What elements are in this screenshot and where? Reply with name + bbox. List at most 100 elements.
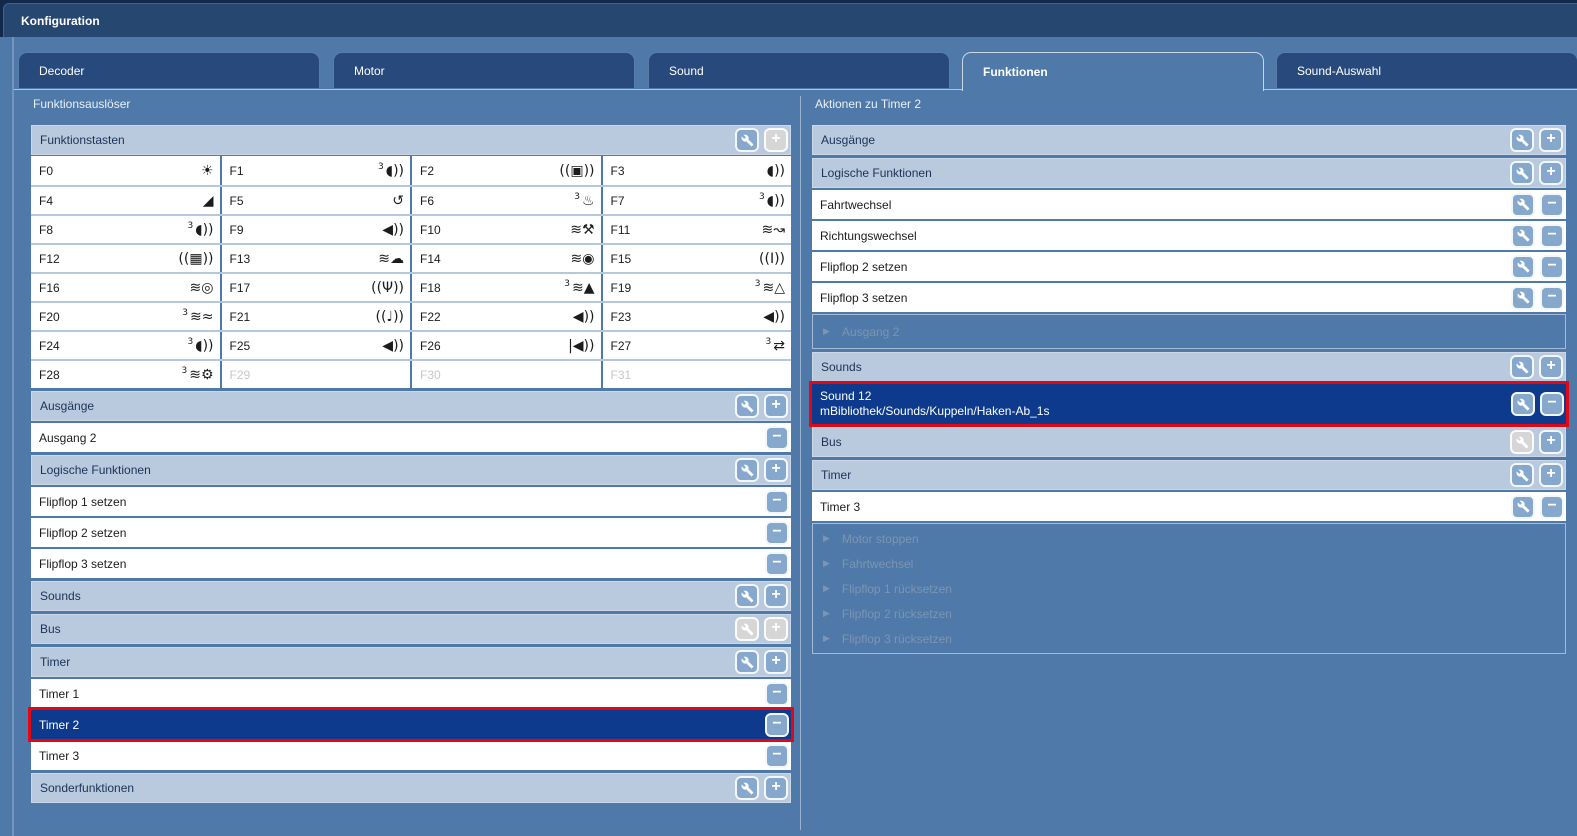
tab-decoder[interactable]: Decoder (18, 52, 320, 88)
sub-item-flipflop-1-ruecksetzen[interactable]: ▶Flipflop 1 rücksetzen (813, 576, 1565, 601)
remove-button[interactable]: − (1540, 286, 1564, 310)
remove-button[interactable]: − (1540, 392, 1564, 416)
wrench-button[interactable] (735, 584, 759, 608)
function-key-f10[interactable]: F10≋⚒ (412, 216, 603, 243)
function-key-f5[interactable]: F5↺ (222, 187, 413, 214)
function-key-f8[interactable]: F83◖)) (31, 216, 222, 243)
tab-funktionen[interactable]: Funktionen (962, 52, 1264, 91)
sub-item-flipflop-2-ruecksetzen[interactable]: ▶Flipflop 2 rücksetzen (813, 601, 1565, 626)
function-key-f26[interactable]: F26|◀)) (412, 332, 603, 359)
tab-motor[interactable]: Motor (333, 52, 635, 88)
add-button[interactable]: + (764, 584, 788, 608)
wrench-button[interactable] (735, 128, 759, 152)
function-key-f0[interactable]: F0☀ (31, 156, 222, 185)
list-item-timer-1[interactable]: Timer 1− (31, 679, 791, 708)
function-key-f25[interactable]: F25◀)) (222, 332, 413, 359)
function-key-f14[interactable]: F14≋◉ (412, 245, 603, 272)
tab-sound[interactable]: Sound (648, 52, 950, 88)
function-key-f24[interactable]: F243◖)) (31, 332, 222, 359)
function-key-f27[interactable]: F273⇄ (603, 332, 792, 359)
wrench-button[interactable] (1511, 224, 1535, 248)
list-item-flipflop-2-setzen[interactable]: Flipflop 2 setzen− (812, 252, 1566, 281)
add-button[interactable]: + (1539, 355, 1563, 379)
remove-button[interactable]: − (1540, 495, 1564, 519)
wrench-button[interactable] (1510, 161, 1534, 185)
list-item-flipflop-1-setzen[interactable]: Flipflop 1 setzen− (31, 487, 791, 516)
sub-item-label: Flipflop 3 rücksetzen (842, 632, 952, 646)
remove-button[interactable]: − (1540, 193, 1564, 217)
function-key-f11[interactable]: F11≋↝ (603, 216, 792, 243)
function-key-f9[interactable]: F9◀)) (222, 216, 413, 243)
list-item-flipflop-2-setzen[interactable]: Flipflop 2 setzen− (31, 518, 791, 547)
function-key-f2[interactable]: F2((▣)) (412, 156, 603, 185)
wrench-button[interactable] (735, 776, 759, 800)
remove-button[interactable]: − (1540, 224, 1564, 248)
add-button[interactable]: + (764, 458, 788, 482)
wrench-button[interactable] (1510, 355, 1534, 379)
function-key-f22[interactable]: F22◀)) (412, 303, 603, 330)
remove-button[interactable]: − (765, 426, 789, 450)
wrench-button[interactable] (1510, 128, 1534, 152)
section-title: Timer (813, 468, 851, 482)
add-button[interactable]: + (1539, 161, 1563, 185)
function-key-f3[interactable]: F3◖)) (603, 156, 792, 185)
function-key-f4[interactable]: F4◢ (31, 187, 222, 214)
sub-item-ausgang-2[interactable]: ▶Ausgang 2 (813, 317, 1565, 346)
wrench-button[interactable] (1511, 193, 1535, 217)
function-key-f13[interactable]: F13≋☁ (222, 245, 413, 272)
function-key-f16[interactable]: F16≋◎ (31, 274, 222, 301)
water-icon: ≋≈ (190, 310, 213, 324)
wrench-button[interactable] (1511, 392, 1535, 416)
sub-item-fahrtwechsel[interactable]: ▶Fahrtwechsel (813, 551, 1565, 576)
add-button[interactable]: + (764, 650, 788, 674)
function-key-label: F27 (603, 339, 632, 353)
add-button[interactable]: + (1539, 430, 1563, 454)
list-item-flipflop-3-setzen[interactable]: Flipflop 3 setzen− (31, 549, 791, 578)
collapsed-sub-actions: ▶Motor stoppen▶Fahrtwechsel▶Flipflop 1 r… (812, 523, 1566, 654)
function-key-f7[interactable]: F73◖)) (603, 187, 792, 214)
wrench-button[interactable] (735, 650, 759, 674)
add-button[interactable]: + (764, 776, 788, 800)
wrench-button[interactable] (1510, 463, 1534, 487)
tab-sound-auswahl[interactable]: Sound-Auswahl (1276, 52, 1577, 88)
plus-icon: + (1546, 466, 1555, 482)
list-item-fahrtwechsel[interactable]: Fahrtwechsel− (812, 190, 1566, 219)
add-button[interactable]: + (1539, 128, 1563, 152)
remove-button[interactable]: − (765, 744, 789, 768)
function-key-label: F5 (222, 194, 244, 208)
add-button[interactable]: + (1539, 463, 1563, 487)
sub-item-flipflop-3-ruecksetzen[interactable]: ▶Flipflop 3 rücksetzen (813, 626, 1565, 651)
remove-button[interactable]: − (1540, 255, 1564, 279)
remove-button[interactable]: − (765, 490, 789, 514)
function-key-f1[interactable]: F13◖)) (222, 156, 413, 185)
wrench-button[interactable] (1511, 286, 1535, 310)
remove-button[interactable]: − (765, 552, 789, 576)
wrench-button[interactable] (1511, 255, 1535, 279)
list-item-timer-3[interactable]: Timer 3− (812, 492, 1566, 521)
list-item-timer-3[interactable]: Timer 3− (31, 741, 791, 770)
minus-icon: − (772, 524, 781, 540)
function-key-f6[interactable]: F63♨ (412, 187, 603, 214)
function-key-f28[interactable]: F283≋⚙ (31, 361, 222, 388)
list-item-sound-12[interactable]: Sound 12mBibliothek/Sounds/Kuppeln/Haken… (812, 384, 1566, 424)
list-item-flipflop-3-setzen[interactable]: Flipflop 3 setzen− (812, 283, 1566, 312)
function-key-f18[interactable]: F183≋▲ (412, 274, 603, 301)
wrench-button[interactable] (735, 458, 759, 482)
function-key-f23[interactable]: F23◀)) (603, 303, 792, 330)
wrench-button[interactable] (735, 394, 759, 418)
list-item-richtungswechsel[interactable]: Richtungswechsel− (812, 221, 1566, 250)
sub-item-motor-stoppen[interactable]: ▶Motor stoppen (813, 526, 1565, 551)
function-key-f12[interactable]: F12((▦)) (31, 245, 222, 272)
function-key-f20[interactable]: F203≋≈ (31, 303, 222, 330)
remove-button[interactable]: − (765, 521, 789, 545)
add-button[interactable]: + (764, 394, 788, 418)
list-item-ausgang-2[interactable]: Ausgang 2− (31, 423, 791, 452)
function-key-f19[interactable]: F193≋△ (603, 274, 792, 301)
list-item-timer-2[interactable]: Timer 2− (31, 710, 791, 739)
function-key-f21[interactable]: F21((♩)) (222, 303, 413, 330)
function-key-f15[interactable]: F15((I)) (603, 245, 792, 272)
wrench-button[interactable] (1511, 495, 1535, 519)
remove-button[interactable]: − (765, 682, 789, 706)
remove-button[interactable]: − (765, 713, 789, 737)
function-key-f17[interactable]: F17((Ψ)) (222, 274, 413, 301)
